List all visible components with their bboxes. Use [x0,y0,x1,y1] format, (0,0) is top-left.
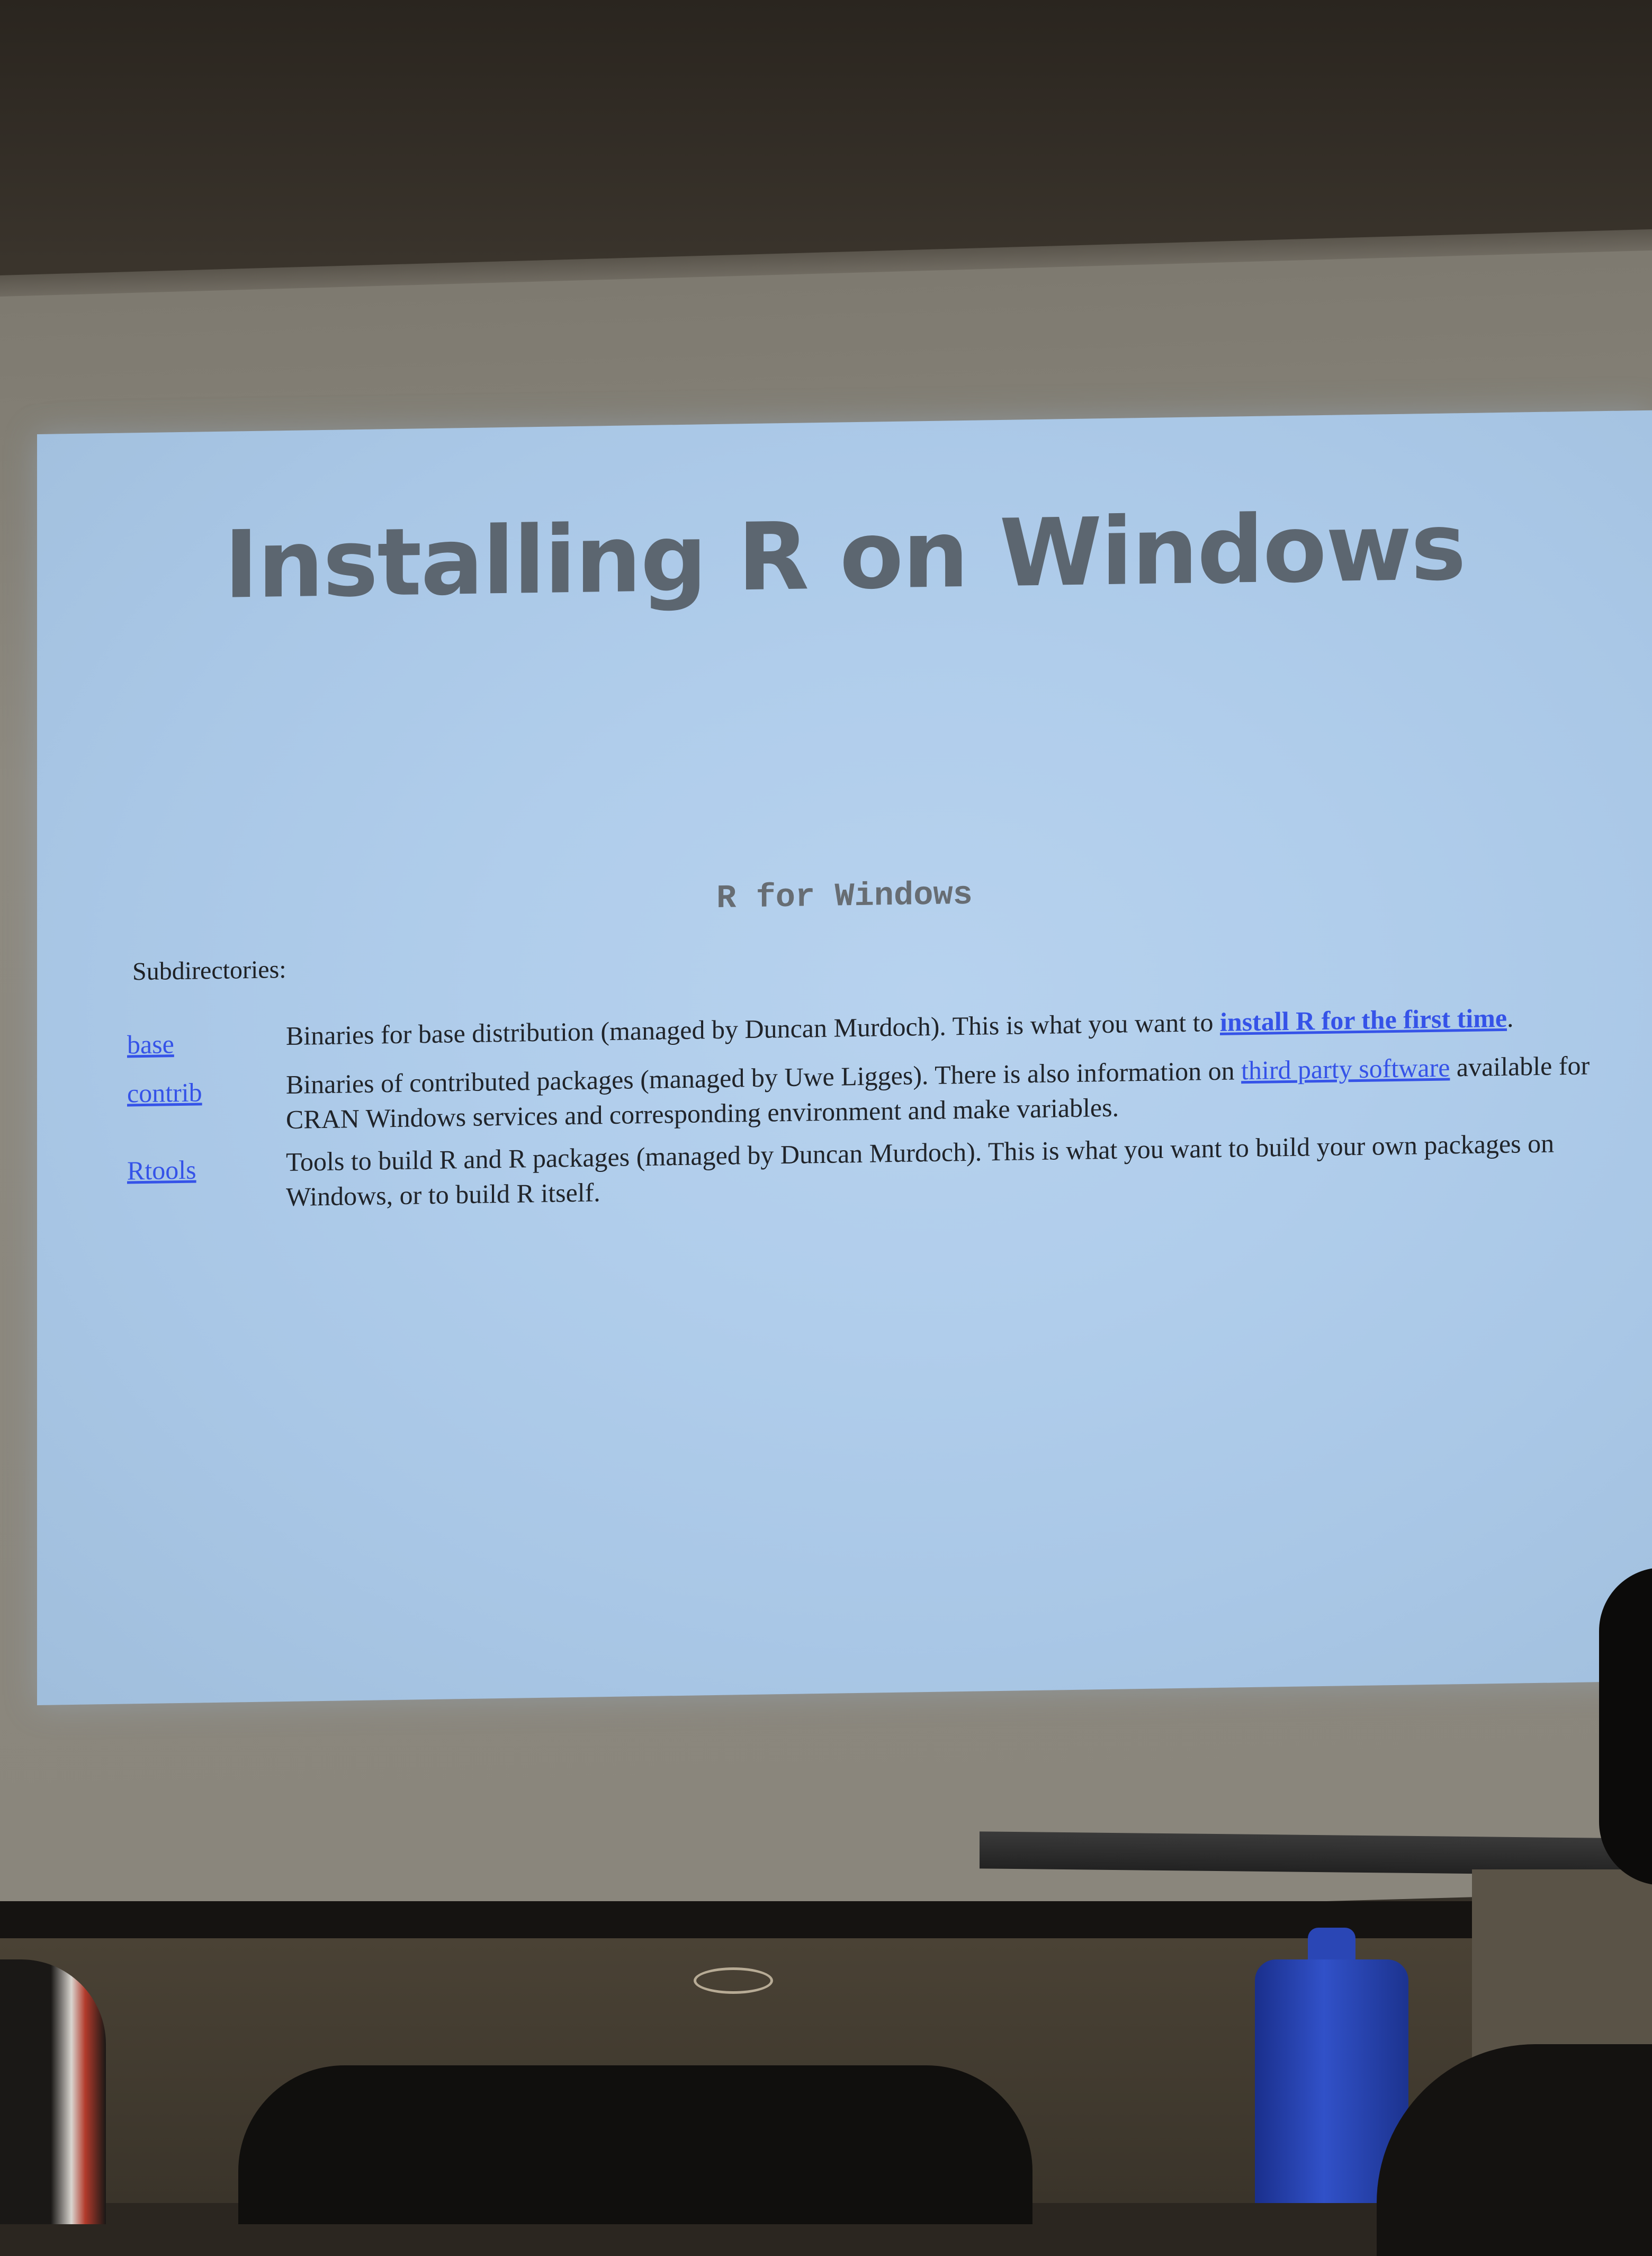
projected-slide: Installing R on Windows R for Windows Su… [37,410,1652,1705]
screen-pull-handle [694,1967,773,1994]
screen-ledge [0,1901,1652,1938]
link-cell: contrib [127,1067,286,1147]
link-cell: Rtools [127,1144,286,1224]
person-left-silhouette [0,1959,106,2224]
description-text: Binaries for base distribution (managed … [286,1007,1220,1051]
contrib-link[interactable]: contrib [127,1077,202,1108]
install-first-time-link[interactable]: install R for the first time [1220,1003,1507,1037]
subdirectory-table: base Binaries for base distribution (man… [127,998,1641,1224]
person-head-silhouette [1599,1568,1652,1885]
audience-silhouette [238,2065,1032,2224]
base-link[interactable]: base [127,1029,174,1059]
rtools-link[interactable]: Rtools [127,1155,196,1186]
slide-title: Installing R on Windows [223,492,1466,620]
link-cell: base [127,1018,286,1069]
subdirectories-label: Subdirectories: [132,955,286,986]
page-heading: R for Windows [716,875,973,917]
third-party-software-link[interactable]: third party software [1241,1052,1450,1085]
description-text-end: . [1507,1002,1514,1033]
